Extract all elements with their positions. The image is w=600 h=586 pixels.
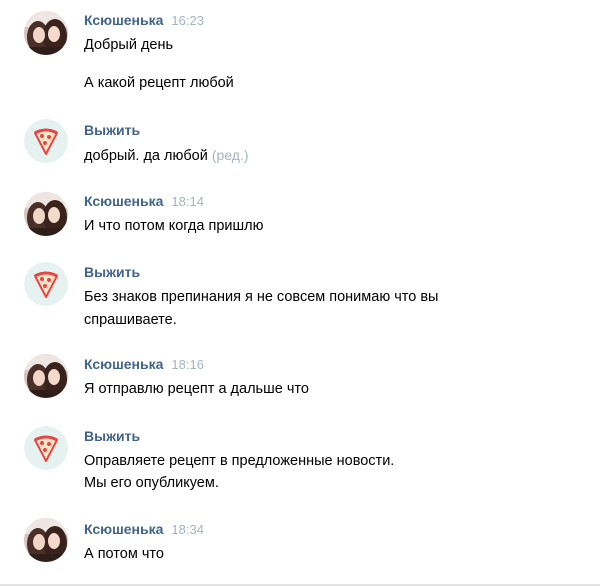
message-text: Без знаков препинания я не совсем понима… <box>84 289 439 305</box>
user-avatar[interactable] <box>24 518 68 562</box>
author-name[interactable]: Ксюшенька <box>84 356 163 372</box>
girls-photo-avatar-icon <box>24 354 68 398</box>
author-name[interactable]: Ксюшенька <box>84 12 163 28</box>
message-text: Добрый день <box>84 37 174 53</box>
girls-photo-avatar-icon <box>24 518 68 562</box>
group-avatar[interactable] <box>24 426 68 470</box>
message-header: Ксюшенька 18:14 <box>84 193 204 213</box>
pizza-icon <box>24 119 68 163</box>
message-text: И что потом когда пришлю <box>84 218 264 234</box>
edited-label[interactable]: (ред.) <box>212 147 249 163</box>
message-header: Выжить <box>84 428 140 448</box>
group-avatar[interactable] <box>24 119 68 163</box>
message-time[interactable]: 16:23 <box>171 13 204 28</box>
author-name[interactable]: Выжить <box>84 428 140 444</box>
message-header: Ксюшенька 16:23 <box>84 12 204 32</box>
message-header: Ксюшенька 18:34 <box>84 521 204 541</box>
message-text: добрый. да любой (ред.) <box>84 144 249 167</box>
message-text: Мы его опубликуем. <box>84 475 219 491</box>
message-text: Оправляете рецепт в предложенные новости… <box>84 453 395 469</box>
message-time[interactable]: 18:16 <box>171 357 204 372</box>
pizza-icon <box>24 262 68 306</box>
author-name[interactable]: Ксюшенька <box>84 193 163 209</box>
message-text: А потом что <box>84 546 164 562</box>
message-text: Я отправлю рецепт а дальше что <box>84 381 309 397</box>
pizza-icon <box>24 426 68 470</box>
girls-photo-avatar-icon <box>24 192 68 236</box>
group-avatar[interactable] <box>24 262 68 306</box>
message-text-content: добрый. да любой <box>84 148 208 164</box>
author-name[interactable]: Выжить <box>84 122 140 138</box>
message-text: А какой рецепт любой <box>84 75 234 91</box>
user-avatar[interactable] <box>24 354 68 398</box>
chat-history: { "messages": [ { "author": "Ксюшенька",… <box>0 0 600 586</box>
user-avatar[interactable] <box>24 11 68 55</box>
message-header: Выжить <box>84 264 140 284</box>
message-time[interactable]: 18:14 <box>171 194 204 209</box>
message-text: спрашиваете. <box>84 312 177 328</box>
user-avatar[interactable] <box>24 192 68 236</box>
message-header: Ксюшенька 18:16 <box>84 356 204 376</box>
message-time[interactable]: 18:34 <box>171 522 204 537</box>
message-header: Выжить <box>84 122 140 142</box>
girls-photo-avatar-icon <box>24 11 68 55</box>
author-name[interactable]: Ксюшенька <box>84 521 163 537</box>
author-name[interactable]: Выжить <box>84 264 140 280</box>
